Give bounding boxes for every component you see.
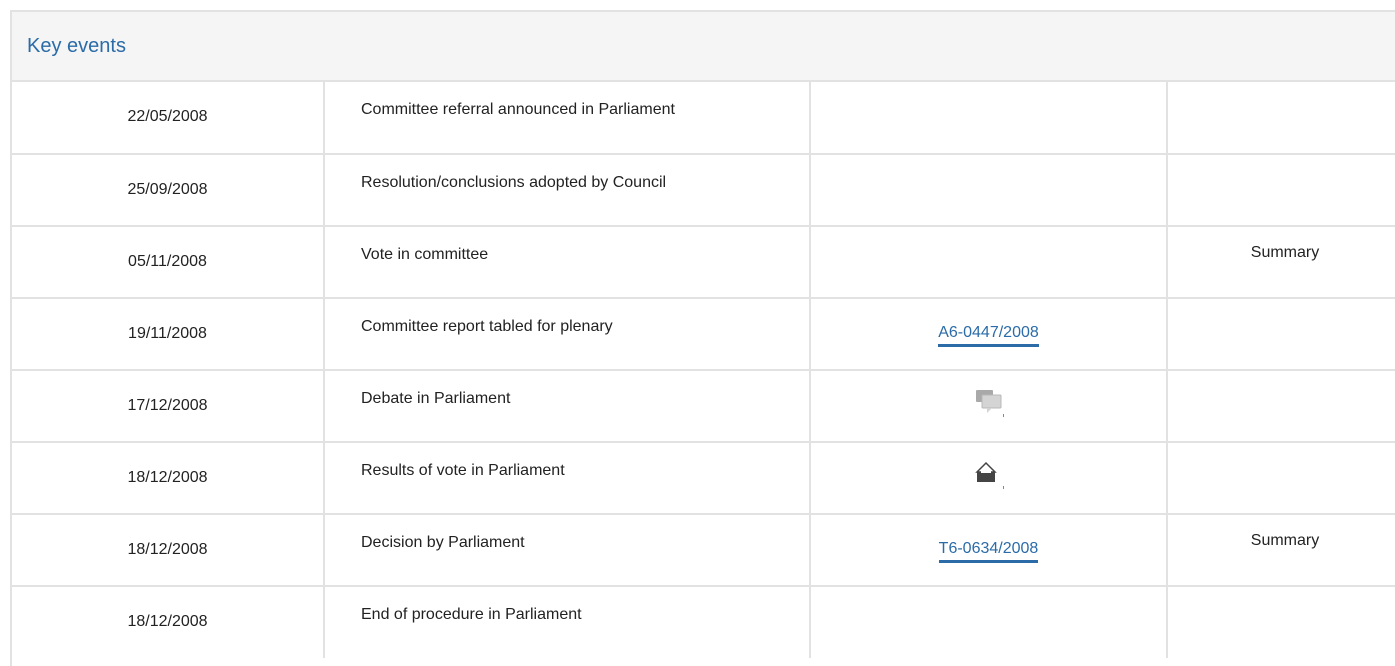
- event-summary-cell: [1167, 442, 1395, 515]
- event-summary: Summary: [1250, 244, 1320, 261]
- event-date-cell: 18/12/2008: [12, 514, 325, 587]
- event-summary-cell: [1167, 586, 1395, 658]
- event-summary-cell: [1167, 154, 1395, 227]
- event-description: Resolution/conclusions adopted by Counci…: [361, 174, 667, 191]
- event-date-cell: 22/05/2008: [12, 82, 325, 155]
- event-date-cell: 25/09/2008: [12, 154, 325, 227]
- event-date-cell: 19/11/2008: [12, 298, 325, 371]
- vote-results-icon[interactable]: [973, 459, 1005, 494]
- event-document-cell: [810, 442, 1168, 515]
- document-link[interactable]: A6-0447/2008: [938, 323, 1039, 347]
- document-link[interactable]: T6-0634/2008: [938, 539, 1039, 563]
- event-description-cell: Debate in Parliament: [324, 370, 811, 443]
- event-description: End of procedure in Parliament: [361, 606, 582, 623]
- event-description: Committee referral announced in Parliame…: [361, 101, 675, 118]
- event-description-cell: End of procedure in Parliament: [324, 586, 811, 658]
- table-row: 25/09/2008 Resolution/conclusions adopte…: [12, 154, 1395, 227]
- event-summary-cell: Summary: [1167, 514, 1395, 587]
- event-date: 25/09/2008: [127, 181, 208, 198]
- event-date: 22/05/2008: [127, 108, 208, 125]
- event-summary-cell: Summary: [1167, 226, 1395, 299]
- event-description-cell: Vote in committee: [324, 226, 811, 299]
- event-description-cell: Decision by Parliament: [324, 514, 811, 587]
- table-row: 17/12/2008 Debate in Parliament: [12, 370, 1395, 443]
- event-description-cell: Resolution/conclusions adopted by Counci…: [324, 154, 811, 227]
- table-row: 18/12/2008 End of procedure in Parliamen…: [12, 586, 1395, 658]
- event-document-cell: [810, 226, 1168, 299]
- panel-title: Key events: [27, 34, 126, 57]
- event-document-cell: [810, 82, 1168, 155]
- panel-header: Key events: [12, 12, 1395, 82]
- event-description: Debate in Parliament: [361, 390, 511, 407]
- event-description-cell: Committee referral announced in Parliame…: [324, 82, 811, 155]
- event-description: Committee report tabled for plenary: [361, 318, 613, 335]
- event-date-cell: 18/12/2008: [12, 586, 325, 658]
- event-date-cell: 17/12/2008: [12, 370, 325, 443]
- key-events-table: 22/05/2008 Committee referral announced …: [12, 82, 1395, 658]
- event-summary-cell: [1167, 82, 1395, 155]
- event-date: 18/12/2008: [127, 613, 208, 630]
- table-row: 18/12/2008 Decision by Parliament T6-063…: [12, 514, 1395, 587]
- key-events-panel: Key events 22/05/2008 Committee referral…: [10, 10, 1395, 666]
- event-date: 17/12/2008: [127, 397, 208, 414]
- event-summary: Summary: [1250, 532, 1320, 549]
- event-document-cell: A6-0447/2008: [810, 298, 1168, 371]
- event-description-cell: Results of vote in Parliament: [324, 442, 811, 515]
- event-date: 05/11/2008: [128, 253, 207, 270]
- event-description: Decision by Parliament: [361, 534, 525, 551]
- event-date: 19/11/2008: [128, 325, 207, 342]
- event-date-cell: 05/11/2008: [12, 226, 325, 299]
- event-description: Vote in committee: [361, 246, 489, 263]
- event-description: Results of vote in Parliament: [361, 462, 565, 479]
- event-document-cell: [810, 586, 1168, 658]
- table-row: 19/11/2008 Committee report tabled for p…: [12, 298, 1395, 371]
- event-summary-cell: [1167, 298, 1395, 371]
- event-document-cell: [810, 154, 1168, 227]
- event-date: 18/12/2008: [127, 469, 208, 486]
- table-row: 05/11/2008 Vote in committee Summary: [12, 226, 1395, 299]
- event-date-cell: 18/12/2008: [12, 442, 325, 515]
- debate-icon[interactable]: [973, 387, 1005, 422]
- table-row: 18/12/2008 Results of vote in Parliament: [12, 442, 1395, 515]
- table-row: 22/05/2008 Committee referral announced …: [12, 82, 1395, 155]
- event-description-cell: Committee report tabled for plenary: [324, 298, 811, 371]
- event-document-cell: T6-0634/2008: [810, 514, 1168, 587]
- event-document-cell: [810, 370, 1168, 443]
- event-summary-cell: [1167, 370, 1395, 443]
- event-date: 18/12/2008: [127, 541, 208, 558]
